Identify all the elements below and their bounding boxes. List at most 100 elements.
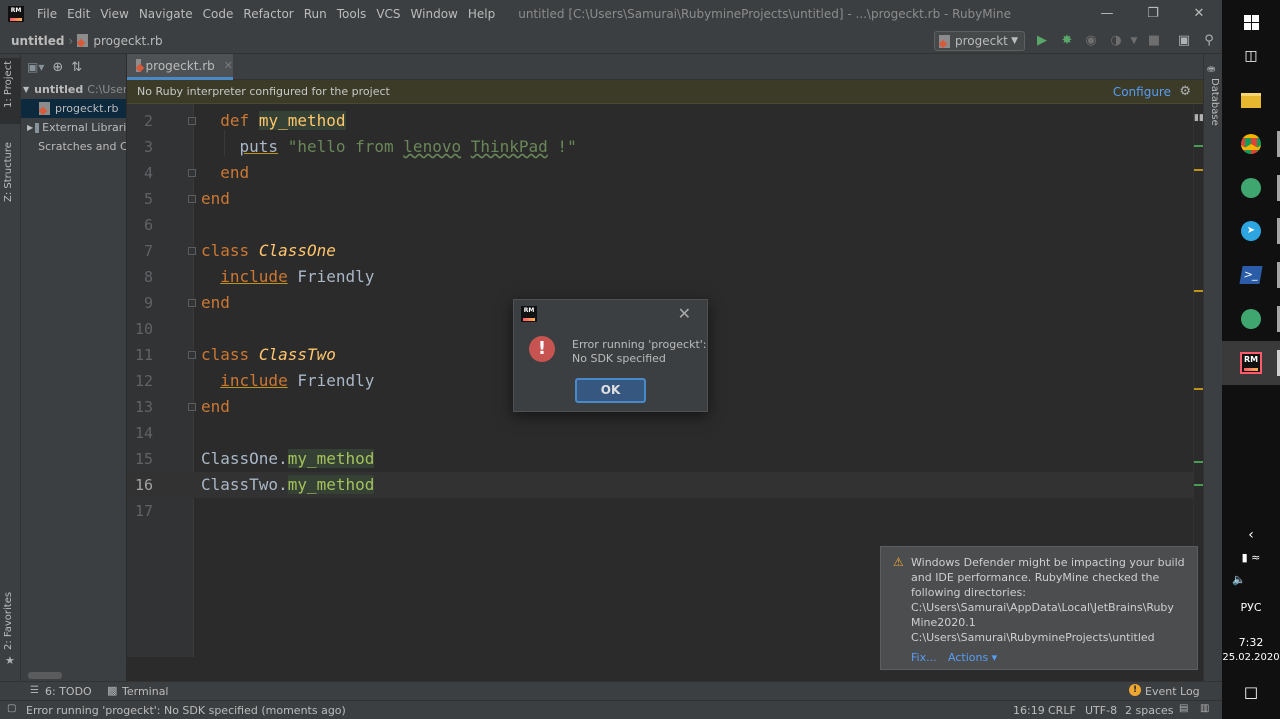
input-language[interactable]: РУС: [1222, 601, 1280, 614]
notification-text: Windows Defender might be impacting your…: [911, 555, 1191, 645]
tree-item-external-libraries[interactable]: ▶ External Libraries: [21, 118, 126, 137]
tree-item-file[interactable]: progeckt.rb: [21, 99, 126, 118]
clock-time[interactable]: 7:32: [1222, 636, 1280, 649]
gear-icon[interactable]: ⚙: [1179, 84, 1191, 99]
caret-position[interactable]: 16:19: [1013, 704, 1045, 717]
close-tab-icon[interactable]: ✕: [224, 59, 233, 72]
search-icon[interactable]: ⚲: [1200, 32, 1218, 50]
project-structure-icon[interactable]: ▣: [1175, 32, 1193, 50]
line-separator[interactable]: CRLF: [1048, 704, 1076, 717]
profile-icon[interactable]: ◑: [1107, 32, 1125, 50]
menu-file[interactable]: File: [32, 0, 62, 28]
menu-vcs[interactable]: VCS: [371, 0, 405, 28]
indent-setting[interactable]: 2 spaces: [1125, 704, 1174, 717]
code-line[interactable]: 15 ClassOne.my_method: [127, 446, 1193, 472]
more-run-chevron-icon[interactable]: ▼: [1125, 32, 1143, 50]
code-line[interactable]: 5 end: [127, 186, 1193, 212]
database-tool-tab[interactable]: Database: [1209, 78, 1220, 126]
todo-tool-tab[interactable]: 6: TODO: [45, 685, 92, 698]
volume-icon[interactable]: 🔈: [1210, 573, 1268, 586]
fold-marker-icon[interactable]: [188, 403, 196, 411]
line-number: 4: [143, 164, 153, 182]
status-message[interactable]: Error running 'progeckt': No SDK specifi…: [26, 704, 346, 717]
fold-marker-icon[interactable]: [188, 195, 196, 203]
atom-icon: [1241, 309, 1261, 329]
menu-refactor[interactable]: Refactor: [238, 0, 298, 28]
tree-item-scratches[interactable]: ▶ Scratches and Co: [21, 137, 126, 156]
task-view-button[interactable]: ◫: [1222, 34, 1280, 78]
battery-wifi-icon[interactable]: ▮ ≈: [1222, 551, 1280, 564]
configure-link[interactable]: Configure: [1113, 85, 1171, 99]
tree-item-root[interactable]: ▼ untitled C:\Users: [21, 80, 126, 99]
title-bar: RM File Edit View Navigate Code Refactor…: [0, 0, 1222, 28]
taskbar-app-telegram[interactable]: ➤: [1222, 209, 1280, 253]
fold-marker-icon[interactable]: [188, 117, 196, 125]
terminal-tool-tab[interactable]: Terminal: [122, 685, 169, 698]
fold-marker-icon[interactable]: [188, 169, 196, 177]
menu-navigate[interactable]: Navigate: [134, 0, 198, 28]
structure-tool-tab[interactable]: Z: Structure: [3, 142, 14, 202]
tree-root-name: untitled: [34, 83, 84, 96]
clock-date[interactable]: 25.02.2020: [1222, 652, 1280, 663]
menu-code[interactable]: Code: [198, 0, 239, 28]
minimize-button[interactable]: —: [1084, 0, 1130, 28]
close-window-button[interactable]: ✕: [1176, 0, 1222, 28]
project-view-icon[interactable]: ▣▾: [27, 60, 44, 74]
file-encoding[interactable]: UTF-8: [1085, 704, 1117, 717]
code-line[interactable]: 3 puts "hello from lenovo ThinkPad !": [127, 134, 1193, 160]
fix-link[interactable]: Fix...: [911, 651, 937, 664]
interpreter-banner: No Ruby interpreter configured for the p…: [127, 80, 1203, 104]
taskbar-app-powershell[interactable]: >_: [1222, 253, 1280, 297]
menu-help[interactable]: Help: [463, 0, 500, 28]
menu-view[interactable]: View: [95, 0, 133, 28]
locate-icon[interactable]: ⊕: [52, 60, 63, 75]
menu-run[interactable]: Run: [299, 0, 332, 28]
code-line[interactable]: 6: [127, 212, 1193, 238]
code-line[interactable]: 8 include Friendly: [127, 264, 1193, 290]
event-log-tool-tab[interactable]: Event Log: [1145, 685, 1200, 698]
warning-icon: ⚠: [893, 555, 904, 569]
show-hidden-icons-icon[interactable]: ‹: [1222, 527, 1280, 543]
taskbar-app-chrome[interactable]: [1222, 122, 1280, 166]
menu-edit[interactable]: Edit: [62, 0, 95, 28]
memory-indicator-icon[interactable]: ▥: [1200, 703, 1209, 714]
taskbar-app-atom[interactable]: [1222, 166, 1280, 210]
code-line[interactable]: 17: [127, 498, 1193, 524]
favorites-tool-tab[interactable]: 2: Favorites: [3, 592, 14, 650]
dialog-close-icon[interactable]: ✕: [678, 304, 691, 323]
coverage-icon[interactable]: ◉: [1082, 32, 1100, 50]
debug-icon[interactable]: ✸: [1058, 32, 1076, 50]
line-number: 11: [134, 346, 153, 364]
fold-marker-icon[interactable]: [188, 247, 196, 255]
taskbar-app-explorer[interactable]: [1222, 78, 1280, 122]
maximize-button[interactable]: ❐: [1130, 0, 1176, 28]
tree-scratches-label: Scratches and Co: [38, 140, 126, 153]
fold-marker-icon[interactable]: [188, 351, 196, 359]
code-text: def my_method: [220, 111, 346, 130]
fold-marker-icon[interactable]: [188, 299, 196, 307]
breadcrumb-project[interactable]: untitled: [11, 34, 65, 48]
project-tool-tab[interactable]: 1: Project: [3, 61, 14, 108]
error-icon: !: [529, 336, 555, 362]
code-line[interactable]: 14: [127, 420, 1193, 446]
taskbar-app-rubymine[interactable]: RM: [1222, 341, 1280, 385]
horizontal-scrollbar[interactable]: [28, 672, 62, 679]
code-line[interactable]: 4 end: [127, 160, 1193, 186]
code-line-current[interactable]: 16 ClassTwo.my_method: [127, 472, 1193, 498]
run-configuration-select[interactable]: progeckt ▼: [934, 31, 1025, 51]
code-line[interactable]: 7 class ClassOne: [127, 238, 1193, 264]
ok-button[interactable]: OK: [575, 378, 646, 403]
breadcrumb-file[interactable]: progeckt.rb: [93, 34, 162, 48]
run-icon[interactable]: ▶: [1033, 32, 1051, 50]
editor-tab-progeckt[interactable]: progeckt.rb ✕: [127, 54, 233, 80]
lock-icon[interactable]: ▤: [1179, 703, 1188, 714]
menu-window[interactable]: Window: [406, 0, 463, 28]
action-center-icon[interactable]: □: [1222, 683, 1280, 701]
menu-tools[interactable]: Tools: [332, 0, 372, 28]
status-toggle-icon[interactable]: ▢: [7, 703, 16, 714]
actions-link[interactable]: Actions ▾: [948, 651, 997, 664]
stop-icon[interactable]: ■: [1145, 32, 1163, 50]
taskbar-app-atom-2[interactable]: [1222, 297, 1280, 341]
collapse-icon[interactable]: ⇅: [71, 60, 82, 75]
code-line[interactable]: 2 def my_method: [127, 108, 1193, 134]
